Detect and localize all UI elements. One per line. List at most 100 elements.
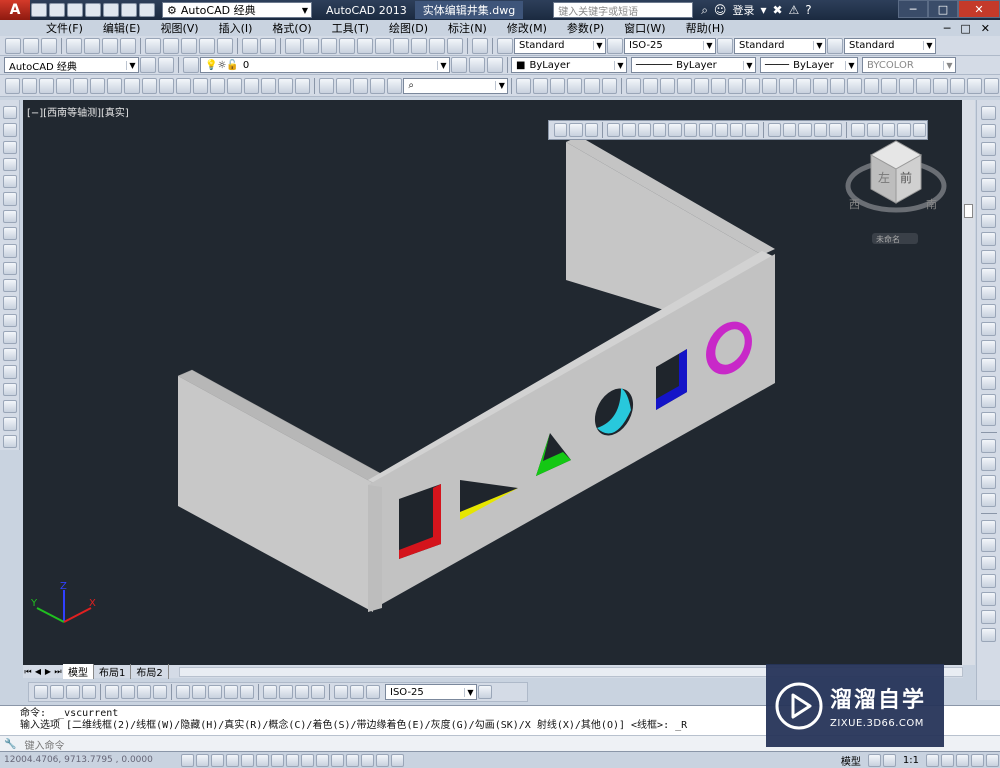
solid-edit-subtract-icon[interactable] [642, 77, 658, 94]
hatch-icon[interactable] [2, 348, 17, 362]
user-icon[interactable]: ☺ [714, 3, 727, 17]
redo-icon[interactable] [139, 3, 155, 17]
convert-solid-icon[interactable] [912, 123, 927, 137]
copy-faces-icon[interactable] [779, 77, 795, 94]
orbit-icon[interactable] [932, 77, 948, 94]
login-button[interactable]: 登录 [732, 2, 754, 18]
shell-icon[interactable] [898, 77, 914, 94]
chamfer-icon[interactable] [981, 358, 996, 372]
wrench-icon[interactable]: 🔧 [4, 739, 16, 750]
offset-faces-icon[interactable] [637, 123, 652, 137]
cut-icon[interactable] [145, 37, 161, 54]
sweep-icon[interactable] [209, 77, 225, 94]
presspull-icon[interactable] [192, 77, 208, 94]
color-faces-icon[interactable] [714, 123, 728, 137]
arc-length-dim-icon[interactable] [66, 685, 80, 699]
erase-icon[interactable] [981, 106, 996, 120]
last-tab-icon[interactable]: ⏭ [53, 667, 63, 677]
trim-icon[interactable] [981, 268, 996, 282]
quick-view-drawings-icon[interactable] [882, 753, 896, 767]
intersect-icon[interactable] [584, 123, 599, 137]
dim-edit-icon[interactable] [334, 685, 348, 699]
paste-icon[interactable] [181, 37, 197, 54]
array-icon[interactable] [981, 178, 996, 192]
open-icon[interactable] [49, 3, 65, 17]
viewcube[interactable]: 左 前 西 南 未命名 [845, 140, 947, 244]
infer-constraints-icon[interactable] [181, 753, 194, 767]
scale-icon[interactable] [981, 232, 996, 246]
join-icon[interactable] [981, 340, 996, 354]
box-icon[interactable] [22, 77, 38, 94]
view-front-icon[interactable] [981, 592, 996, 606]
realistic-icon[interactable] [567, 77, 583, 94]
delete-faces-icon[interactable] [727, 77, 743, 94]
osnap-icon[interactable] [256, 753, 269, 767]
diameter-dim-icon[interactable] [137, 685, 151, 699]
layer-dropdown[interactable]: 💡 ☼ 🔓 0 ▼ [200, 57, 450, 73]
undo-icon[interactable] [121, 3, 137, 17]
3d-align-icon[interactable] [353, 77, 369, 94]
new-icon[interactable] [5, 37, 21, 54]
menu-draw[interactable]: 绘图(D) [379, 20, 438, 36]
clean-screen-icon[interactable] [986, 753, 999, 767]
extrude-faces-icon[interactable] [676, 77, 692, 94]
publish-icon[interactable] [102, 37, 118, 54]
gear-icon[interactable] [140, 57, 156, 73]
copy-object-icon[interactable] [981, 124, 996, 138]
save-icon[interactable] [67, 3, 83, 17]
tab-model[interactable]: 模型 [63, 664, 94, 679]
table-icon[interactable] [2, 400, 17, 414]
check-icon[interactable] [915, 77, 931, 94]
move-icon[interactable] [981, 196, 996, 210]
jogged-linear-icon[interactable] [311, 685, 325, 699]
dim-style-dropdown[interactable]: ISO-25 ▼ [624, 37, 716, 54]
text-style-icon[interactable] [497, 37, 513, 54]
preview-icon[interactable] [84, 37, 100, 54]
prev-tab-icon[interactable]: ◀ [33, 667, 43, 676]
layer-previous-icon[interactable] [469, 57, 485, 73]
menu-edit[interactable]: 编辑(E) [93, 20, 151, 36]
baseline-dim-icon[interactable] [192, 685, 206, 699]
rotate-faces-icon[interactable] [668, 123, 682, 137]
block-editor-icon[interactable] [217, 37, 233, 54]
menu-format[interactable]: 格式(O) [262, 20, 321, 36]
drawing-viewport[interactable]: [−][西南等轴测][真实] Z Y X 左 前 西 南 未命名 [23, 100, 962, 665]
coordinate-readout[interactable]: 12004.4706, 9713.7795 , 0.0000 [0, 755, 180, 765]
draw-order-front-icon[interactable] [981, 439, 996, 453]
grid-icon[interactable] [211, 753, 224, 767]
ellipse-icon[interactable] [2, 261, 17, 275]
otrack-icon[interactable] [286, 753, 299, 767]
3d-rotate-icon[interactable] [336, 77, 352, 94]
workspace-toolbar-dropdown[interactable]: AutoCAD 经典 ▼ [4, 57, 139, 73]
vertical-scrollbar[interactable] [962, 100, 975, 665]
menu-help[interactable]: 帮助(H) [676, 20, 735, 36]
union-icon[interactable] [260, 77, 276, 94]
copy-edges-icon[interactable] [813, 77, 829, 94]
offset-faces-icon[interactable] [710, 77, 726, 94]
extrude-faces-icon[interactable] [607, 123, 621, 137]
view-left-icon[interactable] [981, 556, 996, 570]
workspace-dropdown[interactable]: ⚙ AutoCAD 经典 ▼ [162, 2, 312, 18]
lwt-icon[interactable] [331, 753, 344, 767]
minimize-button[interactable]: ─ [898, 0, 928, 18]
save-as-icon[interactable] [85, 3, 101, 17]
solid-edit-union-icon[interactable] [625, 77, 641, 94]
autocad-logo-icon[interactable]: A [0, 0, 30, 20]
insert-block-icon[interactable] [2, 296, 17, 310]
3d-dwf-icon[interactable] [120, 37, 136, 54]
doc-minimize-button[interactable]: ─ [944, 22, 951, 35]
make-current-layer-icon[interactable] [451, 57, 467, 73]
pyramid-icon[interactable] [124, 77, 140, 94]
color-edges-icon[interactable] [830, 77, 846, 94]
workspace-save-icon[interactable] [158, 57, 174, 73]
plot-icon[interactable] [66, 37, 82, 54]
subtract-icon[interactable] [569, 123, 583, 137]
next-tab-icon[interactable]: ▶ [43, 667, 53, 676]
planar-surface-icon[interactable] [158, 77, 174, 94]
free-orbit-icon[interactable] [949, 77, 965, 94]
first-tab-icon[interactable]: ⏮ [23, 667, 33, 677]
polygon-icon[interactable] [2, 157, 17, 172]
mirror-icon[interactable] [981, 142, 996, 156]
line-icon[interactable] [2, 106, 17, 120]
clean-icon[interactable] [864, 77, 880, 94]
